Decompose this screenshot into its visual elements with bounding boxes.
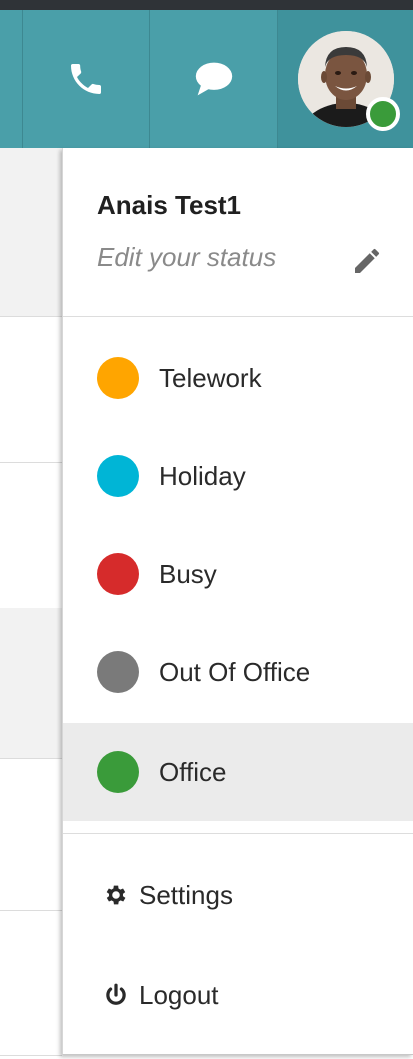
pencil-icon[interactable]	[351, 245, 383, 277]
avatar-container	[297, 31, 400, 131]
status-dot	[97, 751, 139, 793]
settings-menu-item[interactable]: Settings	[63, 850, 413, 940]
background-divider	[0, 1055, 62, 1056]
phone-button[interactable]	[22, 10, 150, 148]
chat-bubble-icon	[195, 62, 232, 96]
background-row	[0, 148, 62, 316]
edit-status-field[interactable]: Edit your status	[97, 242, 276, 273]
chat-button[interactable]	[150, 10, 278, 148]
user-name: Anais Test1	[97, 190, 242, 220]
gear-icon	[106, 885, 126, 905]
status-option-out-of-office[interactable]: Out Of Office	[63, 623, 413, 721]
divider	[63, 316, 413, 317]
top-bar-border	[0, 0, 413, 10]
top-bar	[0, 0, 413, 148]
status-option-holiday[interactable]: Holiday	[63, 427, 413, 525]
status-label: Busy	[159, 558, 217, 589]
background-row	[0, 608, 62, 758]
status-label: Out Of Office	[159, 656, 311, 687]
user-status-dropdown: Anais Test1 Edit your status Telework Ho…	[62, 148, 413, 1055]
status-label: Telework	[159, 362, 262, 393]
status-option-office[interactable]: Office	[63, 723, 413, 821]
logout-label: Logout	[139, 979, 219, 1010]
presence-indicator	[365, 97, 400, 131]
status-option-telework[interactable]: Telework	[63, 329, 413, 427]
settings-label: Settings	[139, 879, 233, 910]
phone-icon	[71, 64, 101, 94]
status-dot	[97, 357, 139, 399]
background-divider	[0, 758, 62, 759]
status-option-busy[interactable]: Busy	[63, 525, 413, 623]
background-divider	[0, 910, 62, 911]
status-label: Holiday	[159, 460, 246, 491]
status-dot	[97, 455, 139, 497]
status-dot	[97, 553, 139, 595]
divider	[63, 833, 413, 834]
background-divider	[0, 462, 62, 463]
user-avatar-button[interactable]	[278, 10, 413, 148]
status-label: Office	[159, 756, 227, 787]
logout-menu-item[interactable]: Logout	[63, 950, 413, 1040]
power-icon	[106, 983, 126, 1005]
background-divider	[0, 316, 62, 317]
status-dot	[97, 651, 139, 693]
